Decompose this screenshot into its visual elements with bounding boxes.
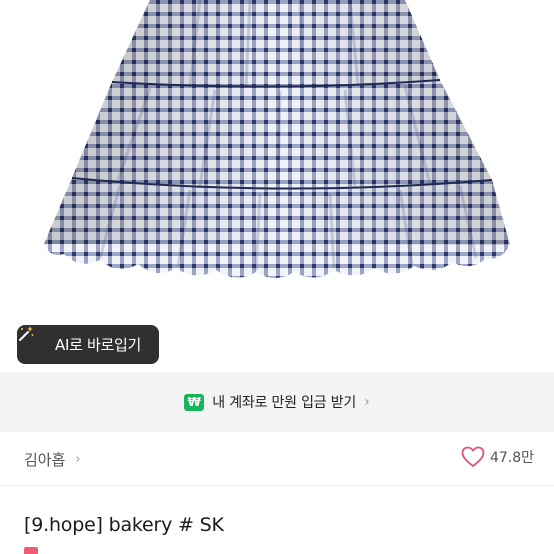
shop-row: 김아홉 › 47.8만 xyxy=(0,432,554,486)
magic-wand-icon xyxy=(19,326,49,355)
product-title: [9.hope] bakery # SK xyxy=(24,514,224,536)
skirt-illustration xyxy=(44,0,510,278)
chevron-right-icon: › xyxy=(75,452,81,467)
deposit-banner-text: 내 계좌로 만원 입금 받기 xyxy=(212,395,357,411)
product-image: AI로 바로입기 xyxy=(0,0,554,372)
shop-name: 김아홉 xyxy=(24,451,66,469)
ai-try-on-button[interactable]: AI로 바로입기 xyxy=(17,325,159,364)
coupon-badge-icon xyxy=(24,547,38,554)
deposit-banner[interactable]: ₩ 내 계좌로 만원 입금 받기 › xyxy=(0,372,554,432)
like-button[interactable]: 47.8만 xyxy=(461,446,534,468)
shop-link[interactable]: 김아홉 › xyxy=(24,449,81,470)
like-count: 47.8만 xyxy=(489,450,534,466)
chevron-right-icon: › xyxy=(364,394,370,410)
coupon-row xyxy=(24,547,44,554)
heart-outline-icon xyxy=(461,446,485,468)
ai-try-on-label: AI로 바로입기 xyxy=(55,336,142,354)
won-icon: ₩ xyxy=(184,393,205,411)
